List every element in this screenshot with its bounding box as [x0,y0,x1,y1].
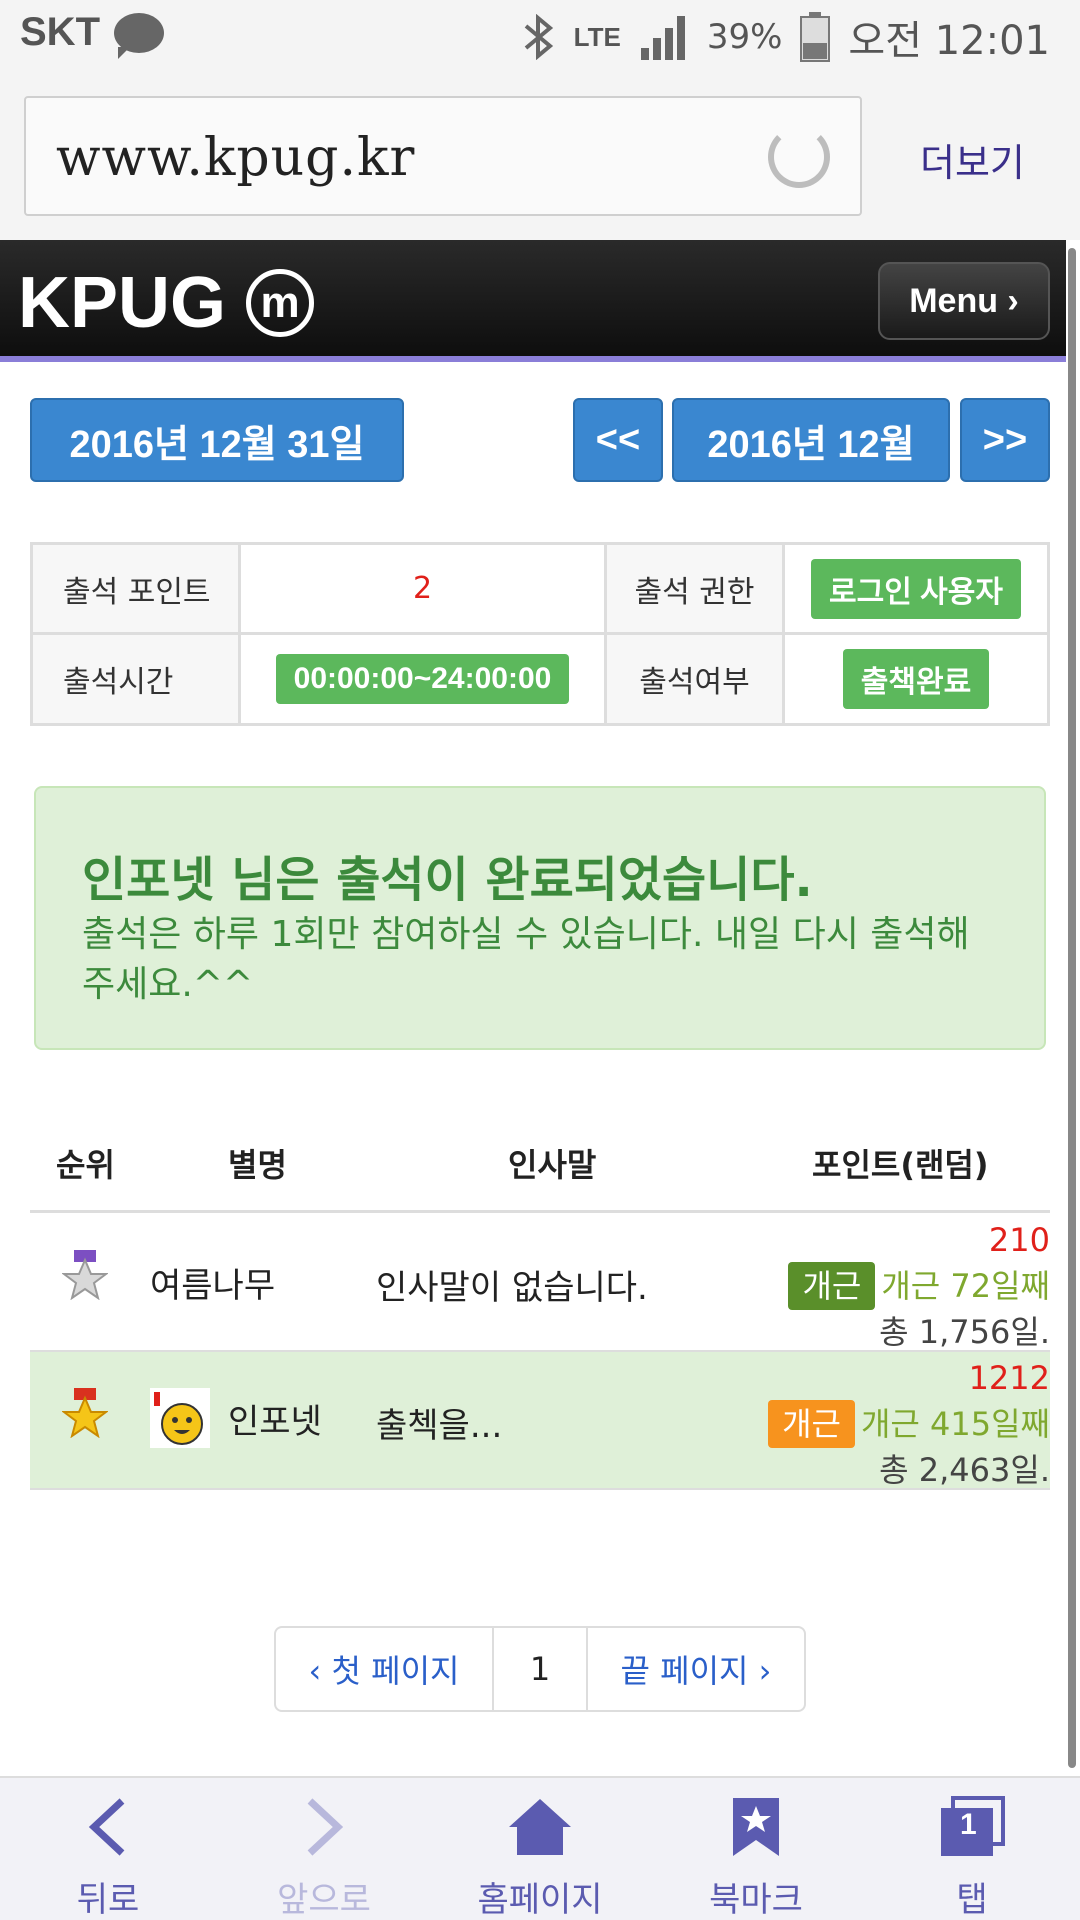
site-header: KPUG m Menu › [0,240,1066,362]
reload-icon[interactable] [768,126,830,188]
bluetooth-icon [524,14,553,60]
back-label: 뒤로 [76,1880,140,1920]
browser-address-bar: www.kpug.kr 더보기 [0,70,1080,240]
total-days: 총 1,756일. [879,1313,1050,1351]
home-button[interactable]: 홈페이지 [432,1778,648,1920]
greeting: 출첵을... [376,1406,503,1446]
logo-text: KPUG [18,263,227,343]
forward-button[interactable]: 앞으로 [216,1778,432,1920]
battery-icon [800,12,831,62]
home-icon [509,1799,571,1855]
points-header: 포인트(랜덤) [812,1146,989,1184]
status-label: 출석여부 [607,635,785,723]
streak-tag: 개근 [788,1262,876,1310]
point-label: 출석 포인트 [33,545,241,635]
bookmark-label: 북마크 [709,1880,803,1920]
current-page[interactable]: 1 [494,1628,588,1710]
alert-title: 인포넷 님은 출석이 완료되었습니다. [82,852,813,908]
home-label: 홈페이지 [477,1880,603,1920]
points-value: 1212 [968,1359,1050,1397]
alert-body: 출석은 하루 1회만 참여하실 수 있습니다. 내일 다시 출석해 주세요.^^ [82,914,970,1005]
table-row: 여름나무 인사말이 없습니다. 210 개근 개근 72일째 총 1,756일. [30,1214,1050,1352]
streak-days: 개근 72일째 [881,1267,1050,1305]
streak-tag: 개근 [768,1400,855,1448]
network-type-label: LTE [573,21,621,52]
user-avatar-icon [150,1388,210,1448]
logo-mark: m [246,269,315,337]
tabs-label: 탭 [956,1880,988,1920]
first-page-link[interactable]: ‹ 첫 페이지 [276,1628,494,1710]
tabs-button[interactable]: 1 탭 [864,1778,1080,1920]
page-scrollbar[interactable] [1068,248,1076,1768]
table-header-divider [30,1210,1050,1213]
signal-icon [640,16,685,60]
browser-bottom-nav: 뒤로 앞으로 홈페이지 북마크 1 탭 [0,1776,1080,1920]
selected-date-button[interactable]: 2016년 12월 31일 [30,398,404,482]
permission-badge: 로그인 사용자 [811,558,1021,619]
battery-percent: 39% [706,17,783,57]
time-badge: 00:00:00~24:00:00 [275,654,570,704]
carrier-label: SKT [20,10,100,54]
menu-button[interactable]: Menu › [878,262,1050,340]
gold-medal-icon [62,1388,108,1438]
last-page-link[interactable]: 끝 페이지 › [588,1628,804,1710]
point-value: 2 [241,545,607,635]
back-arrow-icon [88,1798,125,1856]
pagination: ‹ 첫 페이지 1 끝 페이지 › [274,1626,806,1712]
rank-header: 순위 [56,1146,115,1184]
url-field[interactable]: www.kpug.kr [24,96,862,216]
url-text: www.kpug.kr [56,128,416,188]
month-button[interactable]: 2016년 12월 [672,398,950,482]
nickname[interactable]: 여름나무 [150,1258,275,1307]
table-row: 인포넷 출첵을... 1212 개근 개근 415일째 총 2,463일. [30,1352,1050,1490]
back-button[interactable]: 뒤로 [0,1778,216,1920]
forward-label: 앞으로 [277,1880,371,1920]
streak-days: 개근 415일째 [860,1405,1050,1443]
points-cell: 1212 개근 개근 415일째 총 2,463일. [768,1356,1050,1492]
status-bar: SKT LTE 39% 오전 12:01 [0,0,1080,70]
message-notification-icon [114,12,164,59]
total-days: 총 2,463일. [879,1451,1050,1489]
attendance-complete-alert: 인포넷 님은 출석이 완료되었습니다. 출석은 하루 1회만 참여하실 수 있습… [34,786,1046,1050]
silver-medal-icon [62,1250,108,1300]
bookmark-button[interactable]: 북마크 [648,1778,864,1920]
clock: 오전 12:01 [848,18,1050,64]
forward-arrow-icon [307,1798,344,1856]
points-cell: 210 개근 개근 72일째 총 1,756일. [788,1218,1050,1354]
status-badge: 출책완료 [842,649,990,709]
permission-label: 출석 권한 [607,545,785,635]
prev-month-button[interactable]: << [573,398,663,482]
site-logo[interactable]: KPUG m [18,262,315,344]
attendance-info-table: 출석 포인트 2 출석 권한 로그인 사용자 출석시간 00:00:00~24:… [30,542,1050,726]
points-value: 210 [988,1221,1050,1259]
nickname-header: 별명 [228,1146,287,1184]
tab-count: 1 [960,1808,977,1841]
time-label: 출석시간 [33,635,241,723]
greeting: 인사말이 없습니다. [376,1268,648,1308]
nickname[interactable]: 인포넷 [228,1394,322,1443]
greeting-header: 인사말 [508,1146,597,1184]
bookmark-icon [733,1798,779,1856]
more-button[interactable]: 더보기 [920,132,1025,187]
next-month-button[interactable]: >> [960,398,1050,482]
